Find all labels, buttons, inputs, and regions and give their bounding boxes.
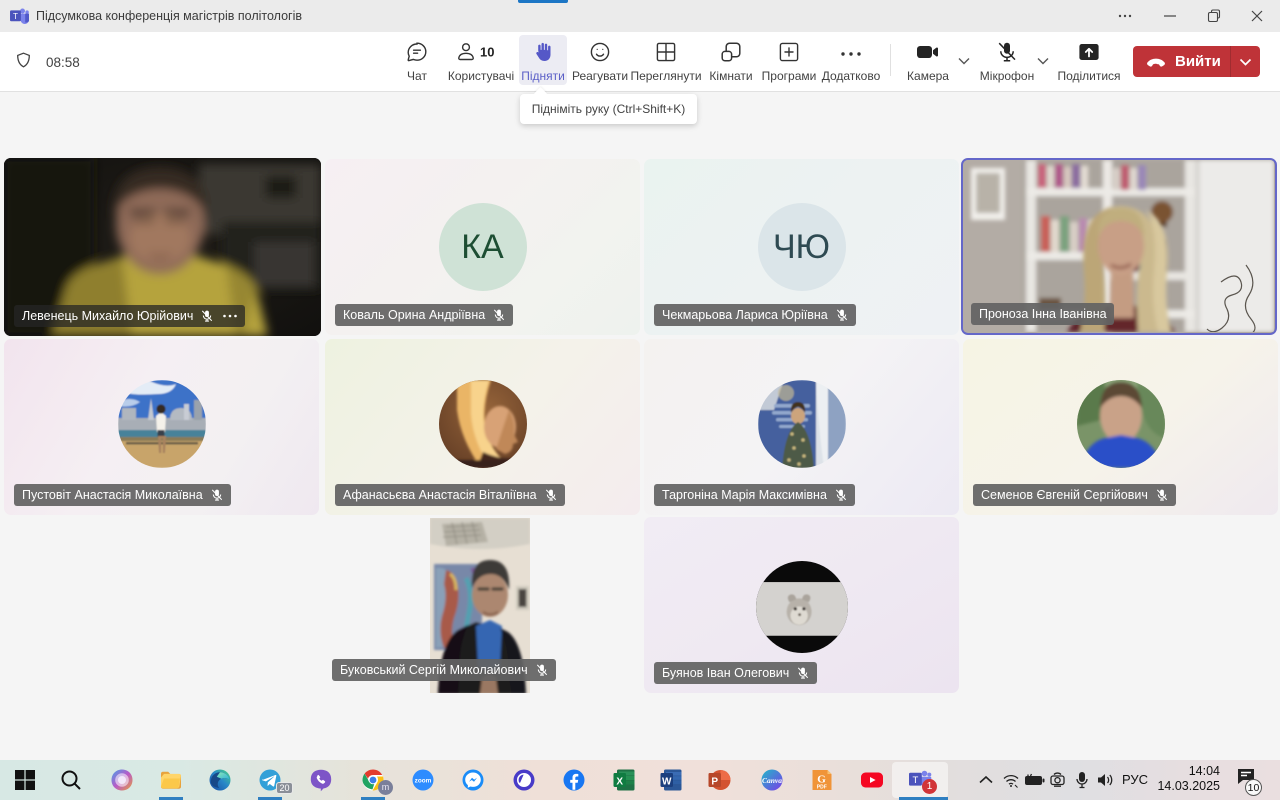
- svg-text:X: X: [616, 777, 623, 788]
- svg-text:10: 10: [480, 45, 494, 60]
- svg-text:Canva: Canva: [762, 776, 782, 785]
- svg-text:zoom: zoom: [415, 778, 432, 785]
- svg-text:P: P: [711, 777, 718, 788]
- svg-text:PDF: PDF: [817, 785, 827, 791]
- svg-text:T: T: [912, 775, 918, 786]
- svg-text:W: W: [662, 777, 672, 788]
- svg-text:T: T: [13, 12, 18, 21]
